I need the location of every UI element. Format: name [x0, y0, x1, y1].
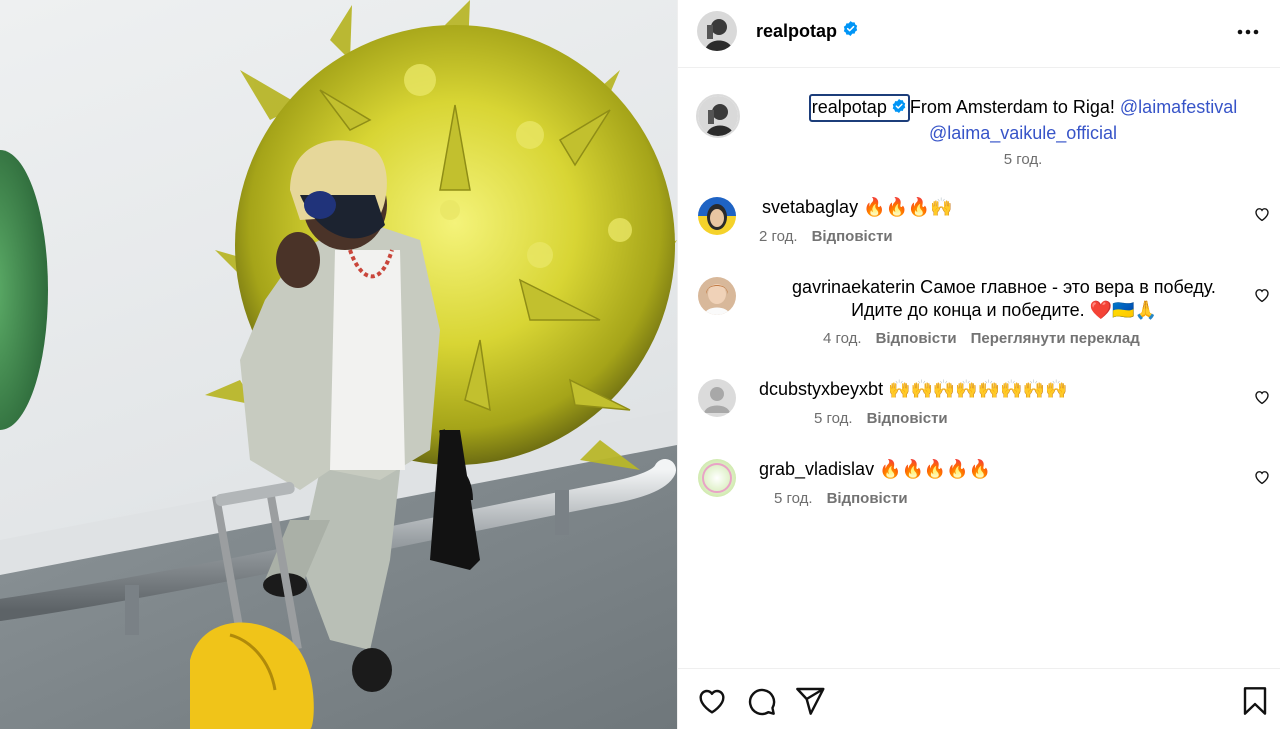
- commenter-username[interactable]: dcubstyxbeyxbt: [759, 379, 883, 399]
- more-icon: [1237, 29, 1259, 35]
- comment-text: dcubstyxbeyxbt 🙌🙌🙌🙌🙌🙌🙌🙌: [759, 378, 1067, 401]
- comment-body-line2: Идите до конца и победите. ❤️🇺🇦🙏: [851, 299, 1157, 320]
- comment-time[interactable]: 4 год.: [823, 330, 862, 347]
- commenter-avatar[interactable]: [698, 379, 736, 417]
- commenter-username[interactable]: gavrinaekaterin: [792, 277, 915, 297]
- comment-body: Самое главное - это вера в победу.: [920, 277, 1216, 297]
- like-comment-icon[interactable]: [1253, 388, 1271, 406]
- commenter-avatar[interactable]: [698, 277, 736, 315]
- comment-meta: 2 год. Відповісти: [759, 228, 893, 245]
- comment-time[interactable]: 5 год.: [774, 490, 813, 507]
- caption-body: From Amsterdam to Riga!: [909, 97, 1115, 117]
- comment-body: 🔥🔥🔥🔥🔥: [879, 459, 992, 479]
- commenter-username[interactable]: svetabaglay: [762, 197, 858, 217]
- comment-icon[interactable]: [745, 685, 777, 717]
- comment-time[interactable]: 2 год.: [759, 228, 798, 245]
- like-comment-icon[interactable]: [1253, 468, 1271, 486]
- reply-button[interactable]: Відповісти: [876, 330, 957, 347]
- author-username[interactable]: realpotap: [756, 21, 837, 42]
- share-icon[interactable]: [794, 685, 826, 717]
- mention-laima-vaikule[interactable]: @laima_vaikule_official: [929, 123, 1117, 143]
- comment-meta: 5 год. Відповісти: [814, 410, 948, 427]
- comments-panel: realpotap realpotap From Amsterdam to Rig…: [677, 0, 1280, 729]
- heart-icon[interactable]: [696, 685, 728, 717]
- comment-text: grab_vladislav 🔥🔥🔥🔥🔥: [759, 458, 991, 481]
- comment-text: svetabaglay 🔥🔥🔥🙌: [762, 196, 953, 219]
- reply-button[interactable]: Відповісти: [827, 490, 908, 507]
- mention-laimafestival[interactable]: @laimafestival: [1120, 97, 1237, 117]
- comment-body: 🔥🔥🔥🙌: [863, 197, 953, 217]
- commenter-avatar[interactable]: [698, 459, 736, 497]
- caption-username[interactable]: realpotap: [808, 94, 910, 122]
- reply-button[interactable]: Відповісти: [812, 228, 893, 245]
- bookmark-icon[interactable]: [1239, 685, 1271, 717]
- comment-body: 🙌🙌🙌🙌🙌🙌🙌🙌: [888, 379, 1068, 399]
- comment-meta: 5 год. Відповісти: [774, 490, 908, 507]
- post-photo: [0, 0, 677, 729]
- author-avatar[interactable]: [697, 11, 737, 51]
- verified-icon: [842, 20, 859, 42]
- verified-icon: [891, 97, 907, 120]
- comment-time[interactable]: 5 год.: [814, 410, 853, 427]
- caption-text: realpotap From Amsterdam to Riga! @laimaf…: [788, 94, 1258, 172]
- comment-text: gavrinaekaterin Самое главное - это вера…: [784, 276, 1224, 321]
- caption-avatar[interactable]: [696, 94, 740, 138]
- see-translation-button[interactable]: Переглянути переклад: [971, 330, 1140, 347]
- caption-time[interactable]: 5 год.: [788, 149, 1258, 172]
- comment-meta: 4 год. Відповісти Переглянути переклад: [823, 330, 1140, 347]
- like-comment-icon[interactable]: [1253, 286, 1271, 304]
- commenter-username[interactable]: grab_vladislav: [759, 459, 874, 479]
- commenter-avatar[interactable]: [698, 197, 736, 235]
- post-header: realpotap: [678, 0, 1280, 68]
- more-options-button[interactable]: [1233, 20, 1263, 44]
- post-actions: [678, 668, 1280, 729]
- photo-artwork: [0, 0, 677, 729]
- like-comment-icon[interactable]: [1253, 205, 1271, 223]
- reply-button[interactable]: Відповісти: [867, 410, 948, 427]
